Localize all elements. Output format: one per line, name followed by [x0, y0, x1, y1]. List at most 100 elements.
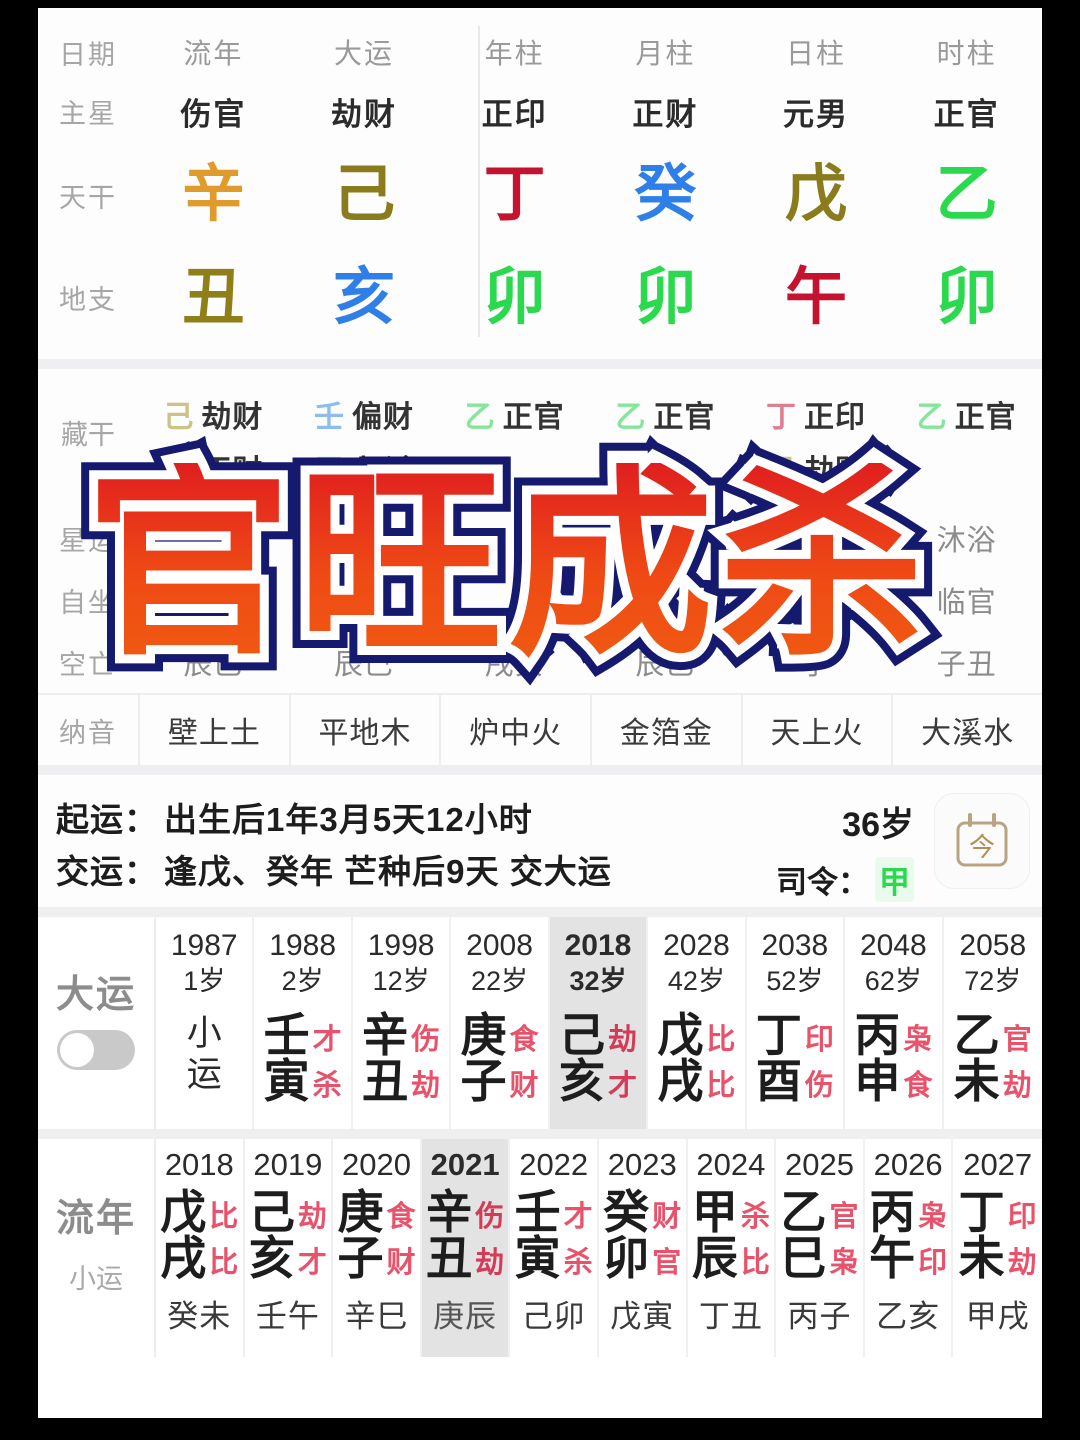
liunian-year: 2024 [696, 1147, 766, 1182]
dayun-branch-line: 酉伤 [756, 1058, 834, 1104]
dayun-stem: 乙 [953, 1009, 1000, 1062]
mainstar-year: 正印 [481, 96, 548, 132]
row-label-mainstar: 主星 [59, 98, 117, 129]
liunian-xiaoyun: 庚辰 [433, 1299, 498, 1334]
liunian-xiaoyun: 辛巳 [344, 1299, 409, 1334]
row-label-nayin: 纳音 [59, 717, 117, 748]
dayun-col-1988[interactable]: 1988 2岁 壬才 寅杀 [254, 917, 353, 1129]
luck-info-card: 起运： 出生后1年3月5天12小时 交运： 逢戊、癸年 芒种后9天 交大运 36… [38, 775, 1042, 907]
liunian-col-2023[interactable]: 2023 癸财 卯官 戊寅 [599, 1139, 688, 1357]
liunian-col-2026[interactable]: 2026 丙枭 午印 乙亥 [865, 1139, 954, 1357]
liunian-branch: 辰 [691, 1232, 738, 1284]
dayun-stem: 丁 [755, 1009, 802, 1062]
branch-month: 卯 [634, 262, 697, 332]
dayun-year: 2048 [859, 929, 927, 962]
liunian-branch-line: 丑劫 [426, 1235, 504, 1281]
liunian-col-2022[interactable]: 2022 壬才 寅杀 己卯 [510, 1139, 599, 1357]
branch-liunian: 丑 [182, 262, 245, 332]
dayun-col-2008[interactable]: 2008 22岁 庚食 子财 [451, 917, 550, 1129]
liunian-stem: 庚 [337, 1186, 384, 1238]
liunian-col-2027[interactable]: 2027 丁印 未劫 甲戌 [953, 1139, 1042, 1357]
pillars-heavenly-stem-row: 天干 辛 己 丁 癸 戊 乙 [38, 140, 1042, 250]
row-label-void: 空亡 [59, 649, 117, 680]
pillars-card: 日期 流年 大运 年柱 月柱 日柱 时柱 主星 伤官 劫财 正印 正财 元男 正… [38, 8, 1042, 359]
liunian-stem: 乙 [780, 1186, 827, 1238]
self-sitting-hour: 临官 [936, 587, 997, 619]
pillar-head-liunian[interactable]: 流年 [138, 32, 289, 72]
dayun-branch-tag: 比 [706, 1070, 736, 1103]
liunian-ganzhi: 乙官 巳枭 [780, 1189, 858, 1281]
today-button[interactable]: 今 [934, 793, 1030, 889]
row-label-heavenly-stem: 天干 [59, 182, 117, 213]
liunian-col-2019[interactable]: 2019 己劫 亥才 壬午 [245, 1139, 334, 1357]
pillar-head-hour[interactable]: 时柱 [891, 32, 1042, 72]
dayun-col-2058[interactable]: 2058 72岁 乙官 未劫 [944, 917, 1042, 1129]
dayun-ganzhi: 丁印 酉伤 [756, 1012, 834, 1104]
dayun-branch-tag: 劫 [411, 1070, 441, 1103]
dayun-stem-line: 辛伤 [362, 1012, 440, 1058]
dayun-branch-tag: 劫 [1002, 1070, 1032, 1103]
dayun-col-2018[interactable]: 2018 32岁 己劫 亥才 [549, 917, 649, 1129]
liunian-xiaoyun: 乙亥 [876, 1299, 941, 1334]
dayun-branch-tag: 才 [607, 1070, 637, 1103]
liunian-col-2021[interactable]: 2021 辛伤 丑劫 庚辰 [421, 1139, 511, 1357]
liunian-col-2018[interactable]: 2018 戊比 戌比 癸未 [156, 1139, 245, 1357]
dayun-stem-line: 乙官 [954, 1012, 1032, 1058]
hidden-stem-item: 己劫财 [741, 445, 892, 499]
dayun-toggle[interactable] [57, 1029, 135, 1070]
liunian-year: 2022 [519, 1147, 589, 1182]
pillar-head-month[interactable]: 月柱 [590, 32, 741, 72]
dayun-stem: 戊 [657, 1009, 704, 1062]
void-month: 辰巳 [635, 649, 696, 681]
liunian-ganzhi: 癸财 卯官 [603, 1189, 681, 1281]
pillar-head-dayun[interactable]: 大运 [289, 32, 440, 72]
dayun-year: 2008 [466, 929, 533, 962]
hidden-stem-char: 己 [163, 401, 194, 434]
dayun-col-2038[interactable]: 2038 52岁 丁印 酉伤 [747, 917, 846, 1129]
hidden-stem-char: 丁 [765, 401, 796, 434]
liunian-branch-line: 午印 [869, 1235, 947, 1281]
branch-day: 午 [784, 262, 847, 332]
nayin-hour: 大溪水 [891, 695, 1042, 765]
screenshot-root: 日期 流年 大运 年柱 月柱 日柱 时柱 主星 伤官 劫财 正印 正财 元男 正… [0, 0, 1080, 1440]
liunian-branch: 未 [958, 1232, 1005, 1284]
dayun-branch-line: 戌比 [657, 1058, 735, 1104]
dayun-age: 22岁 [471, 965, 529, 996]
dayun-age: 1岁 [183, 965, 226, 996]
hidden-stems-liunian: 己劫财 癸正财 [138, 391, 289, 499]
liunian-stem: 丁 [958, 1186, 1005, 1238]
nayin-month: 金箔金 [590, 695, 741, 765]
hidden-stem-item: 乙正官 [439, 391, 590, 445]
liunian-branch: 寅 [514, 1232, 561, 1284]
liunian-stem: 壬 [514, 1186, 561, 1238]
svg-text:今: 今 [969, 833, 995, 863]
dayun-col-2028[interactable]: 2028 42岁 戊比 戌比 [648, 917, 747, 1129]
current-age: 36岁 [842, 806, 914, 844]
liunian-stem: 戊 [160, 1186, 207, 1238]
luck-change-value: 逢戊、癸年 芒种后9天 交大运 [164, 853, 612, 890]
star-luck-hour: 沐浴 [936, 525, 997, 557]
pillar-head-day[interactable]: 日柱 [741, 32, 892, 72]
void-hour: 子丑 [936, 649, 997, 681]
dayun-branch: 申 [854, 1055, 901, 1108]
dayun-ganzhi: 辛伤 丑劫 [362, 1012, 440, 1104]
liunian-col-2024[interactable]: 2024 甲杀 辰比 丁丑 [688, 1139, 777, 1357]
liunian-xiaoyun: 己卯 [521, 1299, 586, 1334]
liunian-sublabel: 小运 [69, 1264, 123, 1295]
dayun-col-2048[interactable]: 2048 62岁 丙枭 申食 [845, 917, 944, 1129]
stem-year: 丁 [483, 160, 546, 229]
liunian-year: 2018 [164, 1147, 234, 1182]
stem-month: 癸 [634, 160, 697, 229]
liunian-col-2020[interactable]: 2020 庚食 子财 辛巳 [333, 1139, 422, 1357]
dayun-stem: 己 [558, 1009, 605, 1062]
pillar-head-year[interactable]: 年柱 [439, 32, 590, 72]
liunian-stem-tag: 劫 [297, 1201, 327, 1233]
liunian-col-2025[interactable]: 2025 乙官 巳枭 丙子 [776, 1139, 865, 1357]
liunian-stem-line: 戊比 [160, 1189, 238, 1235]
void-dayun: 辰巳 [333, 649, 394, 681]
dayun-branch-line: 申食 [854, 1058, 932, 1104]
dayun-col-1987[interactable]: 1987 1岁 小运 [156, 917, 255, 1129]
luck-start-label: 起运： [56, 801, 158, 838]
branch-dayun: 亥 [332, 262, 395, 332]
dayun-col-1998[interactable]: 1998 12岁 辛伤 丑劫 [353, 917, 452, 1129]
